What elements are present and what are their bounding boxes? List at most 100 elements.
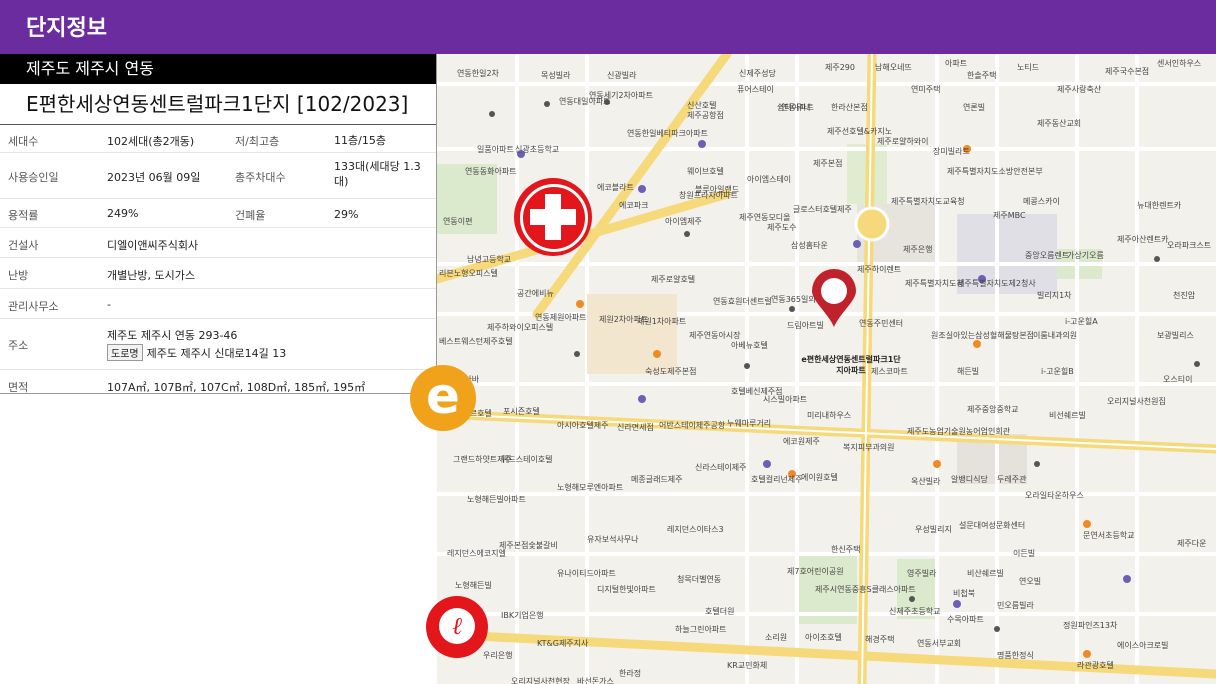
map-poi[interactable]: 연동한일베티파크아파트 xyxy=(627,128,708,139)
map-poi[interactable]: 천진암 xyxy=(1173,290,1195,301)
map-poi[interactable]: 에코파크 xyxy=(619,200,648,211)
map-poi[interactable]: 유자보석사무나 xyxy=(587,534,639,545)
map-poi[interactable]: 영주빌라 xyxy=(907,568,936,579)
map-poi[interactable]: i-고운힐A xyxy=(1065,316,1098,327)
map-poi[interactable]: 연동제원아파트 xyxy=(535,312,587,323)
map-poi[interactable]: 한신주택 xyxy=(831,544,860,555)
map-poi[interactable]: 라관광호텔 xyxy=(1077,660,1114,671)
map-poi[interactable]: 제주공항점 xyxy=(687,110,724,121)
map-poi[interactable]: 목성빌라 xyxy=(541,70,570,81)
map-poi[interactable]: 아베뉴호텔 xyxy=(731,340,768,351)
map-poi[interactable]: 오라파크스트 xyxy=(1167,240,1211,251)
map-poi[interactable]: 제주특별자치도교육청 xyxy=(891,196,965,207)
map-poi[interactable]: 아이엠제주 xyxy=(665,216,702,227)
map-poi[interactable]: 공간에비뉴 xyxy=(517,288,554,299)
map-poi[interactable]: 우리은행 xyxy=(483,650,512,661)
map-poi[interactable]: 우성빌리지 xyxy=(915,524,952,535)
map-poi[interactable]: 한솔주택 xyxy=(967,70,996,81)
map-poi[interactable]: 남녕고등학교 xyxy=(467,254,511,265)
map-poi[interactable]: 신라스테이제주 xyxy=(695,462,747,473)
map-poi[interactable]: 제주도수 xyxy=(767,222,796,233)
map-poi[interactable]: 이룸내과의원 xyxy=(1033,330,1077,341)
map-poi[interactable]: 연동한일2차 xyxy=(457,68,499,79)
map-poi[interactable]: 레지던스에코지엘 xyxy=(447,548,506,559)
map-poi[interactable]: 연동유니 xyxy=(781,102,810,113)
map-poi[interactable]: 바선돈가스 xyxy=(577,676,614,684)
map-poi[interactable]: 유나이티드아파트 xyxy=(557,568,616,579)
map-poi[interactable]: 수목아파트 xyxy=(947,614,984,625)
map-poi[interactable]: 해경주택 xyxy=(865,634,894,645)
map-poi[interactable]: 노형해든빌 xyxy=(455,580,492,591)
map-poi[interactable]: 연동동화아파트 xyxy=(465,166,517,177)
map-poi[interactable]: 민오름빌라 xyxy=(997,600,1034,611)
map-poi[interactable]: 호텔더원 xyxy=(705,606,734,617)
map-poi[interactable]: 퓨어스테이 xyxy=(737,84,774,95)
map-poi[interactable]: 에코블라트 xyxy=(597,182,634,193)
map-poi[interactable]: 호텔컬리넌제주 xyxy=(751,474,803,485)
map-poi[interactable]: 중앙오름렌트 xyxy=(1025,250,1069,261)
map-poi[interactable]: 연동이편 xyxy=(443,216,472,227)
map-poi[interactable]: 뉴대한렌트카 xyxy=(1137,200,1181,211)
map-poi[interactable]: 제주도농업기술원농어업인회관 xyxy=(907,426,1010,437)
map-poi[interactable]: 에이원호텔 xyxy=(801,472,838,483)
map-poi[interactable]: 제주중앙중학교 xyxy=(967,404,1019,415)
map-poi[interactable]: 신라면세점 xyxy=(617,422,654,433)
map-poi[interactable]: 소리원 xyxy=(765,632,787,643)
map-poi[interactable]: 오리지널사천현장 xyxy=(511,676,570,684)
map-poi[interactable]: 아시아호텔제주 xyxy=(557,420,609,431)
map-poi[interactable]: KT&G제주지사 xyxy=(537,638,588,649)
map-poi[interactable]: 연미주택 xyxy=(911,84,940,95)
map-poi[interactable]: 제주연동모디올 xyxy=(739,212,791,223)
map-poi[interactable]: 제주본점숯불갈비 xyxy=(499,540,558,551)
map-poi[interactable]: 메종글래드제주 xyxy=(631,474,683,485)
map-poi[interactable]: 정원파인즈13차 xyxy=(1063,620,1117,631)
map-poi[interactable]: IBK기업은행 xyxy=(501,610,544,621)
map-poi[interactable]: 원조실아있는삼성혈해물탕본점 xyxy=(931,330,1034,341)
map-poi[interactable]: 제주하이렌트 xyxy=(857,264,901,275)
map-poi[interactable]: 보광빌리스 xyxy=(1157,330,1194,341)
map-poi[interactable]: 리븐노형오피스텔 xyxy=(439,268,498,279)
map-view[interactable]: 연동한일2차 목성빌라 신광빌라 연동대일아파트 연동세기2차아파트 신산호텔 … xyxy=(437,54,1216,684)
map-poi[interactable]: 연론빌 xyxy=(963,102,985,113)
map-poi[interactable]: 메콩스카이 xyxy=(1023,196,1060,207)
location-pin-icon[interactable] xyxy=(809,269,859,331)
map-poi[interactable]: 비선쉐르빌 xyxy=(1049,410,1086,421)
map-poi[interactable]: 제주사랑축산 xyxy=(1057,84,1101,95)
map-poi[interactable]: 아파트 xyxy=(945,58,967,69)
map-poi[interactable]: 제7호어린이공원 xyxy=(787,566,844,577)
map-poi[interactable]: 위드스테이호텔 xyxy=(501,454,553,465)
map-poi[interactable]: 아이엠스테이 xyxy=(747,174,791,185)
map-poi[interactable]: 두레주관 xyxy=(997,474,1026,485)
map-poi[interactable]: 옥산빌라 xyxy=(911,476,940,487)
map-poi[interactable]: 문연서초등학교 xyxy=(1083,530,1135,541)
map-poi[interactable]: 삼성홈타운 xyxy=(791,240,828,251)
map-poi[interactable]: 신제주초등학교 xyxy=(889,606,941,617)
map-poi[interactable]: 하늘그린아파트 xyxy=(675,624,727,635)
map-poi[interactable]: 제주특별자치도제2청사 xyxy=(957,278,1036,289)
lotte-brand-icon[interactable]: ℓ xyxy=(426,596,488,658)
map-poi[interactable]: 남해오네뜨 xyxy=(875,62,912,73)
map-poi[interactable]: 한라정 xyxy=(619,668,641,679)
map-poi[interactable]: 연동세기2차아파트 xyxy=(589,90,653,101)
map-poi[interactable]: 노형해든빌아파트 xyxy=(467,494,526,505)
map-poi[interactable]: 일품아파트 xyxy=(477,144,514,155)
map-poi[interactable]: 오리지널사천원집 xyxy=(1107,396,1166,407)
map-poi[interactable]: 연오빌 xyxy=(1019,576,1041,587)
map-poi[interactable]: 제주본점 xyxy=(813,158,842,169)
map-poi[interactable]: 아이조호텔 xyxy=(805,632,842,643)
map-poi[interactable]: 신광초등학교 xyxy=(515,144,559,155)
map-poi[interactable]: 장미빌라트 xyxy=(933,146,970,157)
map-poi[interactable]: 베스트웨스턴제주호텔 xyxy=(439,336,513,347)
map-poi[interactable]: 글로스터호텔제주 xyxy=(793,204,852,215)
hospital-cross-icon[interactable] xyxy=(514,178,592,256)
map-poi[interactable]: 디지털한빛아파트 xyxy=(597,584,656,595)
map-poi[interactable]: 제주290 xyxy=(825,62,855,73)
map-poi[interactable]: 설문대여성문화센터 xyxy=(959,520,1025,531)
map-poi[interactable]: 제원1차아파트 xyxy=(637,316,686,327)
map-poi[interactable]: 창원프라자아파트 xyxy=(679,190,738,201)
map-poi[interactable]: 연동서부교회 xyxy=(917,638,961,649)
map-poi[interactable]: 신제주성당 xyxy=(739,68,776,79)
map-poi[interactable]: 명품한정식 xyxy=(997,650,1034,661)
map-poi[interactable]: 에코원제주 xyxy=(783,436,820,447)
map-poi[interactable]: 어반스테이제주공항 xyxy=(659,420,725,431)
